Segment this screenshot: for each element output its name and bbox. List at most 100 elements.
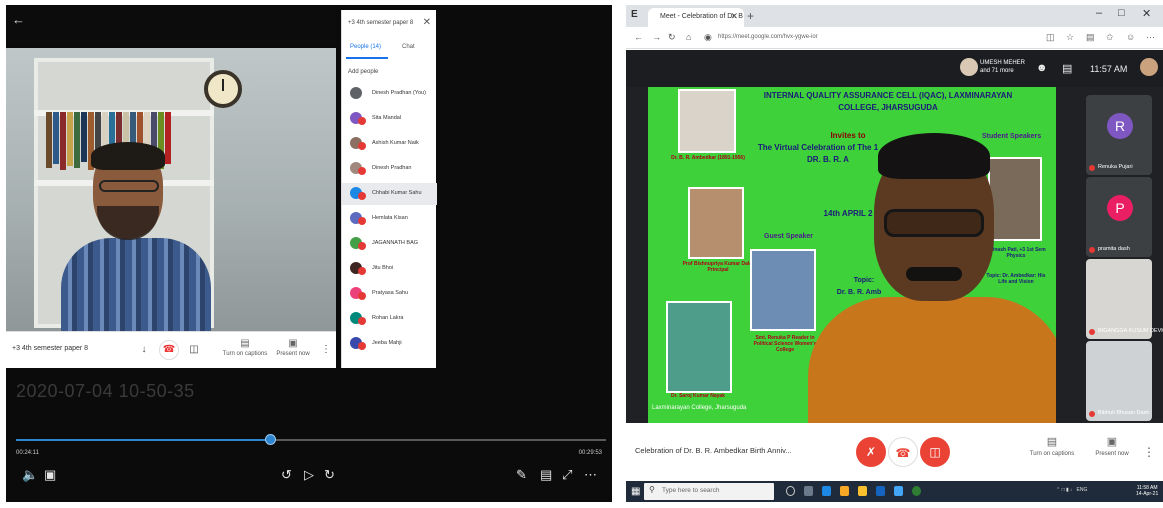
- reload-icon[interactable]: ↻: [668, 32, 676, 43]
- edge-taskbar-icon[interactable]: [822, 486, 831, 496]
- address-bar: ← → ↻ ⌂ ◉ https://meet.google.com/hvx-yg…: [626, 27, 1163, 49]
- subtitles-icon[interactable]: ▣: [44, 467, 56, 483]
- play-icon[interactable]: ▷: [304, 467, 314, 483]
- participant-row[interactable]: Chhabi Kumar Sahu: [342, 183, 437, 205]
- participant-row[interactable]: Dinesh Pradhan (You): [342, 83, 437, 105]
- participant-tile[interactable]: Bibhuti Bhusan Dash: [1086, 341, 1152, 421]
- close-icon[interactable]: ✕: [423, 17, 431, 28]
- more-icon[interactable]: ⋯: [584, 467, 597, 483]
- camera-icon[interactable]: ◫: [184, 340, 204, 360]
- end-call-icon[interactable]: ☎: [159, 340, 179, 360]
- home-icon[interactable]: ⌂: [686, 32, 691, 42]
- tray-icons[interactable]: ⌃ □ ▮ ♩ ENG: [1056, 487, 1087, 493]
- url-field[interactable]: https://meet.google.com/hvx-ygwe-ior: [718, 34, 818, 40]
- cortana-icon[interactable]: [786, 486, 795, 496]
- captions-button[interactable]: ▤ Turn on captions: [1022, 435, 1082, 457]
- rewind-icon[interactable]: ↺: [281, 467, 292, 483]
- mic-muted-icon: [1089, 329, 1095, 335]
- add-people-button[interactable]: Add people: [348, 69, 378, 75]
- edit-icon[interactable]: ✎: [516, 467, 527, 483]
- close-window-icon[interactable]: ✕: [1142, 7, 1151, 20]
- player-topbar: ←: [6, 5, 336, 45]
- favorites-icon[interactable]: ✩: [1106, 32, 1114, 43]
- event-poster: INTERNAL QUALITY ASSURANCE CELL (IQAC), …: [648, 87, 1056, 423]
- poster-org-line: COLLEGE, JHARSUGUDA: [838, 103, 938, 112]
- participant-tile[interactable]: Ppramita dash: [1086, 177, 1152, 257]
- seek-handle[interactable]: [264, 434, 276, 445]
- browser-tab-strip: E Meet - Celebration of Dr. B ✕ + – □ ✕: [626, 5, 1163, 27]
- participant-row[interactable]: Sita Mandal: [342, 108, 437, 130]
- participant-row[interactable]: Pratyasa Sahu: [342, 283, 437, 305]
- active-speaker: [808, 119, 1056, 423]
- photos-icon[interactable]: [894, 486, 903, 496]
- task-view-icon[interactable]: [804, 486, 813, 496]
- store-icon[interactable]: [858, 486, 867, 496]
- participant-name: JAGANNATH BAG: [372, 240, 419, 246]
- fullscreen-icon[interactable]: ⤢: [562, 467, 572, 483]
- mail-icon[interactable]: [876, 486, 885, 496]
- participant-name: Ashish Kumar Naik: [372, 140, 419, 146]
- mini-view-icon[interactable]: ▤: [540, 467, 552, 483]
- participant-row[interactable]: Jitu Bhoi: [342, 258, 437, 280]
- captions-icon: ▤: [240, 338, 250, 349]
- captions-button[interactable]: ▤ Turn on captions: [220, 338, 270, 357]
- volume-icon[interactable]: 🔈: [22, 467, 38, 483]
- tab-chat[interactable]: Chat: [402, 44, 415, 50]
- participant-row[interactable]: Dinesh Pradhan: [342, 158, 437, 180]
- mic-muted-icon: [358, 192, 366, 200]
- maximize-icon[interactable]: □: [1118, 7, 1125, 19]
- end-call-button[interactable]: ☎: [888, 437, 918, 467]
- file-explorer-icon[interactable]: [840, 486, 849, 496]
- mic-muted-icon: [358, 117, 366, 125]
- tab-close-icon[interactable]: ✕: [730, 11, 738, 22]
- minimize-icon[interactable]: –: [1096, 7, 1102, 19]
- participant-name: Hemlata Kisan: [372, 215, 408, 221]
- back-icon[interactable]: ←: [634, 32, 643, 42]
- mic-off-button[interactable]: ✗: [856, 437, 886, 467]
- tile-name: pramita dash: [1098, 246, 1130, 252]
- avatar[interactable]: [1140, 58, 1158, 76]
- participant-tile[interactable]: BIGANGGA KUSUM DEVKAN: [1086, 259, 1163, 339]
- meeting-title[interactable]: Celebration of Dr. B. R. Ambedkar Birth …: [635, 446, 792, 455]
- people-icon[interactable]: ☻: [1036, 62, 1048, 74]
- participant-row[interactable]: Hemlata Kisan: [342, 208, 437, 230]
- mic-muted-icon: [358, 167, 366, 175]
- star-icon[interactable]: ☆: [1066, 32, 1074, 43]
- collections-icon[interactable]: ▤: [1086, 32, 1095, 43]
- mic-icon[interactable]: ↓: [134, 340, 154, 360]
- chat-icon[interactable]: ▤: [1062, 62, 1072, 75]
- seek-bar[interactable]: [16, 434, 606, 445]
- participant-row[interactable]: Ashish Kumar Naik: [342, 133, 437, 155]
- people-panel: +3 4th semester paper 8 ✕ People (14) Ch…: [341, 10, 437, 368]
- convenor-photo: [666, 301, 732, 393]
- present-icon: ▣: [288, 338, 298, 349]
- participant-name: Dinesh Pradhan: [372, 165, 412, 171]
- forward-nav-icon[interactable]: →: [652, 32, 661, 42]
- chrome-icon[interactable]: [912, 486, 921, 496]
- participant-video: [6, 48, 336, 331]
- settings-more-icon[interactable]: ⋯: [1146, 32, 1155, 43]
- taskbar-search[interactable]: ⚲ Type here to search: [644, 483, 774, 500]
- principal-photo: [688, 187, 744, 259]
- new-tab-icon[interactable]: +: [747, 9, 754, 23]
- camera-permission-icon[interactable]: ◫: [1046, 32, 1055, 43]
- tab-meet[interactable]: Meet - Celebration of Dr. B ✕: [648, 8, 744, 27]
- present-button[interactable]: ▣ Present now: [268, 338, 318, 357]
- back-arrow-icon[interactable]: ←: [12, 12, 25, 27]
- tab-people[interactable]: People (14): [350, 44, 381, 50]
- participant-tile[interactable]: R Renuka Pujari: [1086, 95, 1152, 175]
- participant-row[interactable]: JAGANNATH BAG: [342, 233, 437, 255]
- forward-icon[interactable]: ↻: [324, 467, 335, 483]
- meeting-name[interactable]: +3 4th semester paper 8: [12, 345, 88, 352]
- more-options-icon[interactable]: ⋮: [1134, 437, 1163, 467]
- browser-window: E Meet - Celebration of Dr. B ✕ + – □ ✕ …: [626, 5, 1163, 502]
- camera-off-button[interactable]: ◫: [920, 437, 950, 467]
- lock-icon: ◉: [704, 32, 712, 42]
- present-button[interactable]: ▣ Present now: [1082, 435, 1142, 457]
- participant-row[interactable]: Rohan Lakra: [342, 308, 437, 330]
- windows-start-icon[interactable]: ▦: [631, 486, 640, 497]
- guest-speaker-heading: Guest Speaker: [764, 233, 814, 240]
- participant-row[interactable]: Jeeba Mahji: [342, 333, 437, 355]
- profile-icon[interactable]: ☺: [1126, 32, 1135, 42]
- more-options-icon[interactable]: ⋮: [316, 340, 336, 360]
